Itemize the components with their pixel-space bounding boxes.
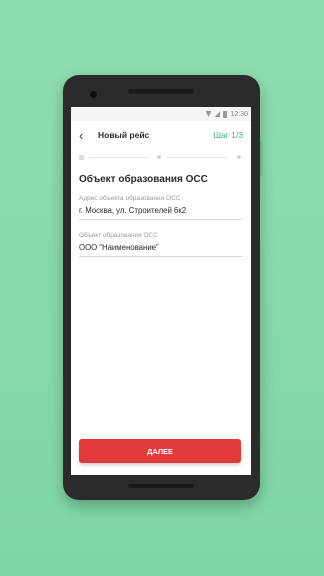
app-screen: 12:30 ‹ Новый рейс Шаг 1/3 Объект образо… [71,107,251,475]
organization-field-label: Объект образования ОСС [79,232,158,239]
back-arrow-icon[interactable]: ‹ [79,128,95,143]
wifi-icon [205,111,212,117]
signal-icon [214,111,221,117]
home-bar [128,484,194,488]
organization-field[interactable]: Объект образования ОСС ООО “Наименование… [79,232,243,257]
step-marker-1 [79,155,84,160]
app-bar: ‹ Новый рейс Шаг 1/3 [71,121,251,149]
address-field[interactable]: Адрес объекта образования ОСС г. Москва,… [79,195,243,220]
page-title: Новый рейс [98,130,150,140]
step-indicator: Шаг 1/3 [213,130,243,140]
step-marker-2 [157,155,161,159]
address-field-value[interactable]: г. Москва, ул. Строителей 6к2 [79,206,243,220]
battery-icon [223,110,228,118]
step-marker-3 [237,155,241,159]
camera [90,91,97,98]
next-button[interactable]: ДАЛЕЕ [79,439,241,463]
step-line-2 [167,157,227,158]
speaker [128,89,194,94]
organization-field-value[interactable]: ООО “Наименование” [79,243,243,257]
status-bar: 12:30 [71,107,251,121]
step-line-1 [89,157,149,158]
section-title: Объект образования ОСС [79,174,208,185]
status-time: 12:30 [230,110,248,118]
progress-stepper [79,153,243,163]
address-field-label: Адрес объекта образования ОСС [79,195,181,202]
